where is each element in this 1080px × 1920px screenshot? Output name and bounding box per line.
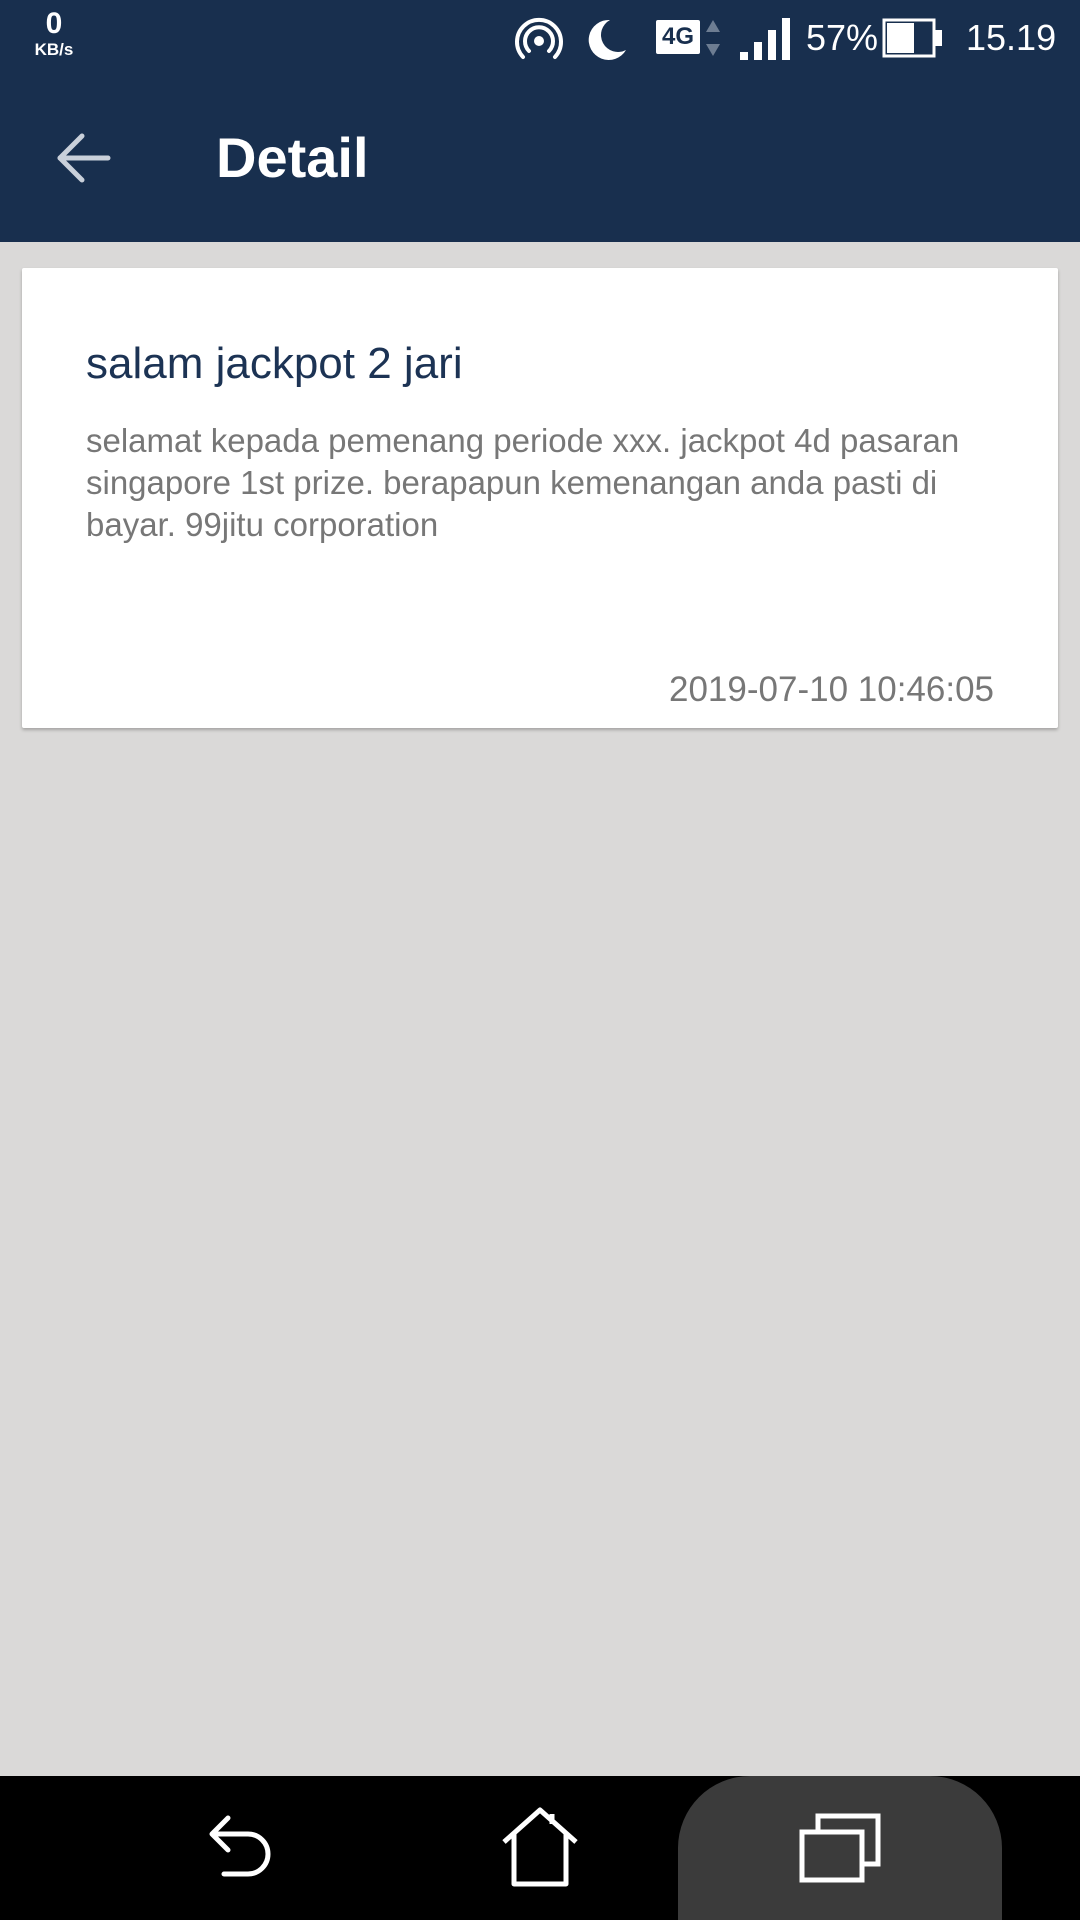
data-activity-arrows-icon: [706, 20, 720, 56]
back-button[interactable]: [44, 118, 124, 198]
nav-recents-button[interactable]: [796, 1810, 884, 1886]
app-toolbar: Detail: [0, 74, 1080, 242]
recent-apps-icon: [799, 1813, 881, 1883]
screen: 0 KB/s 4G 57% 15.19 Detail salam jackpot…: [0, 0, 1080, 1920]
message-card: salam jackpot 2 jari selamat kepada peme…: [22, 268, 1058, 728]
battery-percent: 57%: [806, 17, 879, 58]
network-type-badge: 4G: [656, 20, 700, 54]
clock: 15.19: [966, 17, 1057, 58]
nav-back-button[interactable]: [196, 1808, 284, 1888]
network-speed-unit: KB/s: [34, 40, 74, 59]
nav-home-button[interactable]: [496, 1802, 584, 1892]
network-speed-value: 0: [45, 7, 63, 40]
battery-icon: [882, 18, 942, 58]
arrow-back-icon: [57, 133, 111, 183]
signal-strength-icon: [740, 18, 790, 60]
home-icon: [502, 1807, 578, 1887]
nav-back-icon: [209, 1815, 271, 1877]
message-title: salam jackpot 2 jari: [86, 339, 463, 388]
network-speed: 0 KB/s: [26, 8, 82, 60]
status-bar: 0 KB/s 4G 57% 15.19: [0, 0, 1080, 74]
message-body: selamat kepada pemenang periode xxx. jac…: [86, 422, 960, 543]
message-timestamp: 2019-07-10 10:46:05: [669, 670, 994, 709]
do-not-disturb-moon-icon: [588, 19, 626, 60]
page-title: Detail: [216, 126, 369, 189]
hotspot-icon: [515, 17, 563, 59]
navigation-bar: [0, 1776, 1080, 1920]
